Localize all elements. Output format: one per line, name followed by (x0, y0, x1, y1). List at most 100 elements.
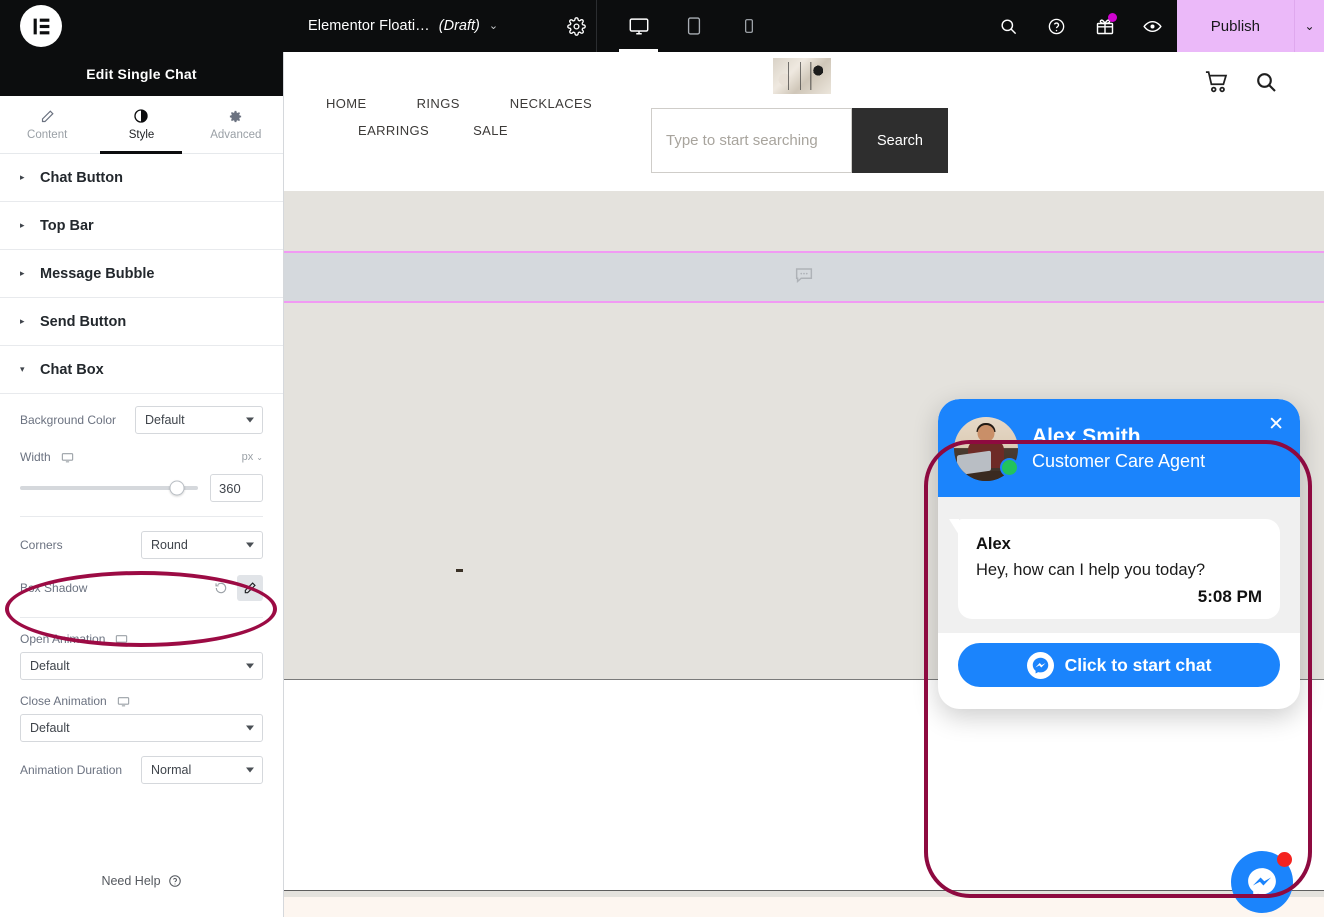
box-shadow-edit-button[interactable] (237, 575, 263, 601)
style-sections: ▸ Chat Button ▸ Top Bar ▸ Message Bubble… (0, 154, 283, 394)
control-corners: Corners Round (20, 531, 263, 559)
open-animation-select[interactable]: Default (20, 652, 263, 680)
nav-item-necklaces[interactable]: NECKLACES (510, 96, 592, 111)
avatar (954, 417, 1018, 481)
section-chat-button-label: Chat Button (40, 170, 123, 186)
chat-widget-footer: Click to start chat (938, 633, 1300, 709)
tab-content[interactable]: Content (0, 96, 94, 153)
topbar-utilities (985, 0, 1177, 52)
messenger-chat-widget: Alex Smith Customer Care Agent ✕ Alex He… (938, 399, 1300, 709)
section-send-button[interactable]: ▸ Send Button (0, 298, 283, 346)
publish-options-chevron-down-icon[interactable]: ⌄ (1294, 0, 1324, 52)
need-help-link[interactable]: Need Help (0, 845, 283, 917)
site-logo[interactable] (773, 58, 831, 94)
nav-item-earrings[interactable]: EARRINGS (358, 123, 429, 138)
message-bubble: Alex Hey, how can I help you today? 5:08… (958, 519, 1280, 619)
tab-advanced[interactable]: Advanced (189, 96, 283, 153)
search-submit-button[interactable]: Search (852, 108, 948, 173)
width-unit-selector[interactable]: px ⌄ (242, 451, 263, 463)
device-mobile-button[interactable] (721, 0, 776, 52)
messenger-icon (1027, 652, 1054, 679)
background-color-select[interactable]: Default (135, 406, 263, 434)
animation-duration-select[interactable]: Normal (141, 756, 263, 784)
chevron-down-icon: ▾ (20, 364, 28, 375)
eye-icon (1142, 16, 1163, 37)
content-placeholder-dash (456, 569, 463, 572)
close-animation-label: Close Animation (20, 694, 107, 708)
chevron-down-icon: ⌄ (256, 453, 263, 462)
messenger-notification-badge (1277, 852, 1292, 867)
section-message-bubble[interactable]: ▸ Message Bubble (0, 250, 283, 298)
floating-messenger-button[interactable] (1231, 851, 1293, 913)
controls-divider-2 (20, 617, 263, 618)
tab-content-label: Content (27, 129, 67, 141)
monitor-icon[interactable] (115, 633, 128, 646)
device-tablet-button[interactable] (666, 0, 721, 52)
selected-widget-band[interactable] (284, 251, 1324, 303)
document-status: (Draft) (439, 18, 480, 34)
corners-label: Corners (20, 538, 63, 552)
start-chat-button[interactable]: Click to start chat (958, 643, 1280, 687)
width-input[interactable] (210, 474, 263, 502)
chevron-right-icon: ▸ (20, 172, 28, 183)
chevron-down-icon (246, 418, 254, 423)
section-send-button-label: Send Button (40, 314, 126, 330)
whats-new-button[interactable] (1081, 0, 1129, 52)
question-circle-icon (1047, 17, 1066, 36)
nav-item-home[interactable]: HOME (326, 96, 367, 111)
site-footer-strip (284, 897, 1324, 917)
box-shadow-label: Box Shadow (20, 581, 87, 595)
width-slider[interactable] (20, 486, 198, 490)
corners-select[interactable]: Round (141, 531, 263, 559)
document-info[interactable]: Elementor Floati… (Draft) ⌄ (284, 0, 556, 52)
cart-icon[interactable] (1202, 68, 1232, 101)
whats-new-badge (1108, 13, 1117, 22)
topbar-divider (596, 0, 597, 52)
close-animation-label-group: Close Animation (20, 694, 263, 708)
search-icon[interactable] (1254, 70, 1278, 99)
tab-style-label: Style (129, 129, 155, 141)
animation-duration-label: Animation Duration (20, 763, 122, 777)
document-settings-button[interactable] (556, 0, 596, 52)
reset-icon[interactable] (211, 578, 231, 598)
monitor-icon[interactable] (61, 451, 74, 464)
site-preview-canvas: HOME RINGS NECKLACES EARRINGS SALE Searc… (284, 52, 1324, 917)
panel-tabs: Content Style Advanced (0, 96, 283, 154)
site-search-form: Search (651, 108, 948, 173)
device-preview-switcher (611, 0, 776, 52)
background-color-value: Default (145, 413, 185, 427)
help-button[interactable] (1033, 0, 1081, 52)
close-animation-select[interactable]: Default (20, 714, 263, 742)
width-slider-thumb[interactable] (169, 481, 184, 496)
section-chat-box[interactable]: ▾ Chat Box (0, 346, 283, 394)
device-desktop-button[interactable] (611, 0, 666, 52)
elementor-logo-icon[interactable] (20, 5, 62, 47)
finder-button[interactable] (985, 0, 1033, 52)
site-navigation: HOME RINGS NECKLACES EARRINGS SALE (320, 96, 650, 138)
section-chat-box-label: Chat Box (40, 362, 104, 378)
search-input[interactable] (651, 108, 852, 173)
comment-textarea[interactable] (284, 679, 1324, 891)
publish-button[interactable]: Publish (1177, 0, 1294, 52)
monitor-icon[interactable] (117, 695, 130, 708)
elementor-logo-area (0, 0, 284, 52)
nav-item-rings[interactable]: RINGS (417, 96, 460, 111)
search-icon (999, 17, 1018, 36)
chevron-right-icon: ▸ (20, 268, 28, 279)
section-message-bubble-label: Message Bubble (40, 266, 154, 282)
need-help-label: Need Help (101, 874, 160, 888)
controls-divider (20, 516, 263, 517)
nav-row-1: HOME RINGS NECKLACES (320, 96, 650, 111)
chevron-down-icon[interactable]: ⌄ (489, 21, 498, 32)
section-chat-button[interactable]: ▸ Chat Button (0, 154, 283, 202)
preview-button[interactable] (1129, 0, 1177, 52)
contrast-icon (133, 108, 149, 124)
open-animation-value: Default (30, 659, 70, 673)
close-icon[interactable]: ✕ (1268, 415, 1284, 434)
nav-item-sale[interactable]: SALE (473, 123, 508, 138)
tab-style[interactable]: Style (94, 96, 188, 153)
control-width-header: Width px ⌄ (20, 450, 263, 464)
section-top-bar[interactable]: ▸ Top Bar (0, 202, 283, 250)
online-status-indicator (1000, 458, 1019, 477)
chevron-right-icon: ▸ (20, 316, 28, 327)
